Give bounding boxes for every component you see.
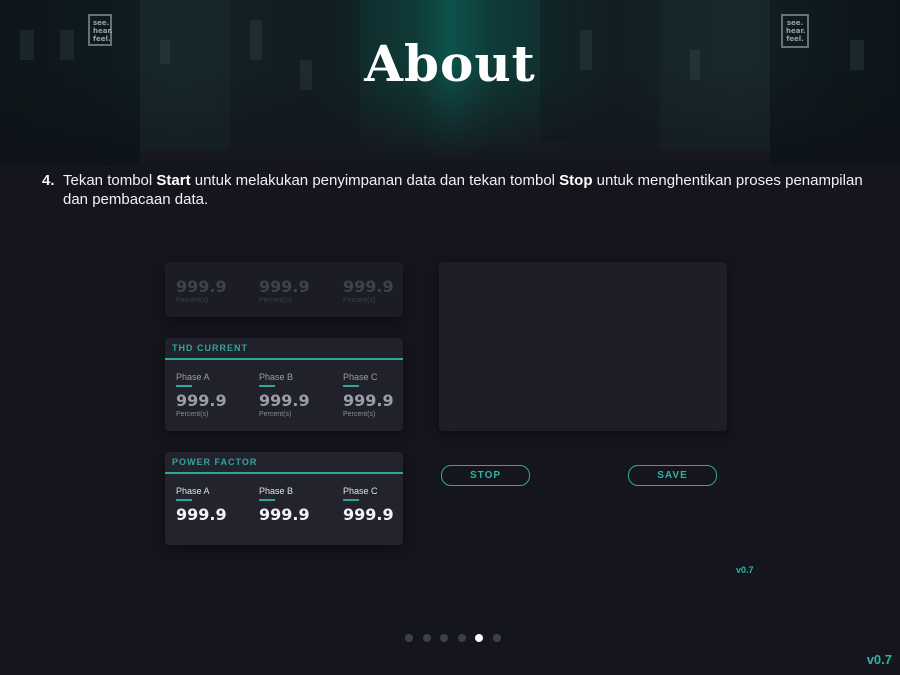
app-version-label: v0.7 bbox=[736, 565, 754, 575]
phase-accent-bar bbox=[259, 385, 275, 387]
phase-value: 999.9 bbox=[176, 277, 227, 296]
phase-accent-bar bbox=[343, 385, 359, 387]
step-text: Tekan tombol Start untuk melakukan penyi… bbox=[63, 171, 872, 209]
pagination-dot-6[interactable] bbox=[493, 634, 501, 642]
save-button[interactable]: SAVE bbox=[628, 465, 717, 486]
step-text-part: Tekan tombol bbox=[63, 172, 157, 189]
stop-button[interactable]: STOP bbox=[441, 465, 530, 486]
card-title: POWER FACTOR bbox=[165, 452, 403, 474]
pagination-dot-3[interactable] bbox=[440, 634, 449, 642]
phase-unit: Percent(s) bbox=[259, 297, 292, 304]
instruction-step: 4. Tekan tombol Start untuk melakukan pe… bbox=[42, 171, 872, 209]
page-title: About bbox=[364, 34, 536, 93]
step-start-keyword: Start bbox=[156, 172, 191, 189]
phase-unit: Percent(s) bbox=[343, 297, 376, 304]
step-stop-keyword: Stop bbox=[559, 172, 593, 189]
phase-label: Phase C bbox=[343, 486, 378, 496]
pagination-dot-4[interactable] bbox=[457, 634, 466, 642]
phase-c-reading: Phase C 999.9 bbox=[343, 486, 413, 524]
phase-c-reading: Phase C 999.9 Percent(s) bbox=[343, 372, 413, 418]
thd-current-card: THD CURRENT Phase A 999.9 Percent(s) Pha… bbox=[165, 338, 403, 431]
phase-accent-bar bbox=[176, 499, 192, 501]
card-title: THD CURRENT bbox=[165, 338, 403, 360]
phase-value: 999.9 bbox=[259, 505, 310, 524]
version-label: v0.7 bbox=[866, 652, 892, 667]
phase-unit: Percent(s) bbox=[176, 411, 209, 418]
phase-b-reading: Phase B 999.9 Percent(s) bbox=[259, 372, 329, 418]
phase-a-reading: Phase A 999.9 bbox=[176, 486, 246, 524]
phase-unit: Percent(s) bbox=[259, 411, 292, 418]
pagination-dot-5[interactable] bbox=[475, 634, 484, 642]
phase-unit: Percent(s) bbox=[176, 297, 209, 304]
sign-text: see. bbox=[786, 19, 804, 27]
phase-value: 999.9 bbox=[176, 505, 227, 524]
phase-accent-bar bbox=[343, 499, 359, 501]
step-text-part: untuk melakukan penyimpanan data dan tek… bbox=[190, 172, 560, 189]
phase-value: 999.9 bbox=[259, 277, 310, 296]
pagination-dot-2[interactable] bbox=[422, 634, 431, 642]
phase-label: Phase A bbox=[176, 486, 210, 496]
phase-label: Phase B bbox=[259, 372, 294, 382]
sign-text: see. bbox=[93, 19, 110, 27]
phase-value: 999.9 bbox=[176, 391, 227, 410]
phase-value: 999.9 bbox=[343, 505, 394, 524]
phase-accent-bar bbox=[176, 385, 192, 387]
faded-reading-card: 999.9 Percent(s) 999.9 Percent(s) 999.9 … bbox=[165, 262, 403, 317]
phase-label: Phase C bbox=[343, 372, 378, 382]
phase-b-reading: 999.9 Percent(s) bbox=[259, 277, 329, 304]
phase-value: 999.9 bbox=[343, 391, 394, 410]
step-number: 4. bbox=[42, 172, 55, 189]
power-factor-card: POWER FACTOR Phase A 999.9 Phase B 999.9… bbox=[165, 452, 403, 545]
phase-a-reading: 999.9 Percent(s) bbox=[176, 277, 246, 304]
phase-a-reading: Phase A 999.9 Percent(s) bbox=[176, 372, 246, 418]
pagination-dot-1[interactable] bbox=[405, 634, 413, 642]
phase-b-reading: Phase B 999.9 bbox=[259, 486, 329, 524]
phase-label: Phase B bbox=[259, 486, 294, 496]
phase-c-reading: 999.9 Percent(s) bbox=[343, 277, 413, 304]
phase-unit: Percent(s) bbox=[343, 411, 376, 418]
phase-value: 999.9 bbox=[343, 277, 394, 296]
graph-panel bbox=[439, 262, 727, 431]
phase-label: Phase A bbox=[176, 372, 210, 382]
phase-value: 999.9 bbox=[259, 391, 310, 410]
phase-accent-bar bbox=[259, 499, 275, 501]
